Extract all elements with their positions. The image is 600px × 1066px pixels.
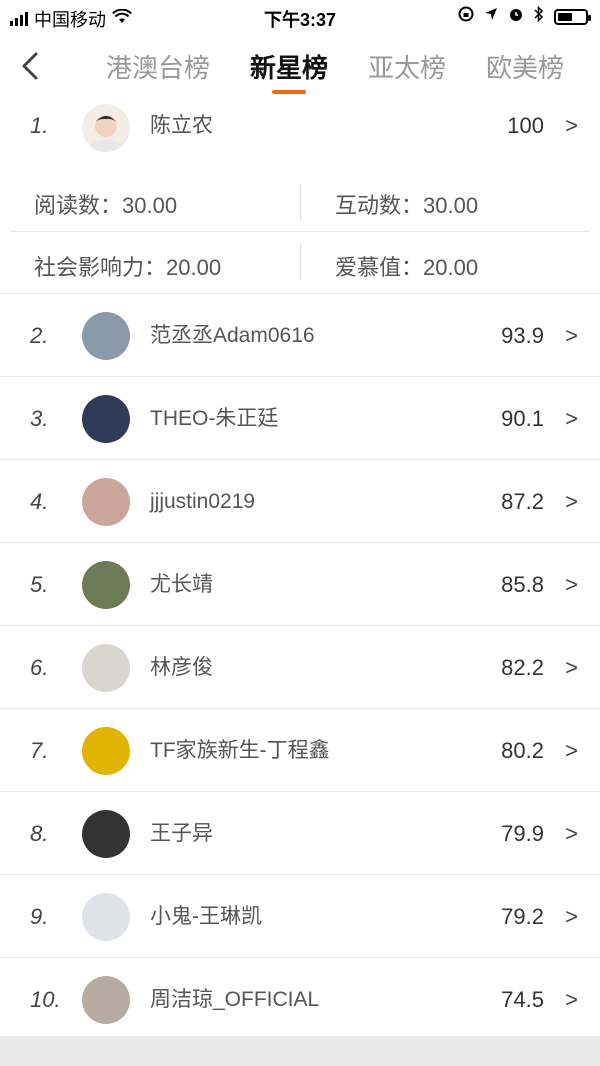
rank-number: 10.	[30, 987, 61, 1012]
chevron-right-icon: >	[565, 655, 578, 680]
score: 79.9	[501, 821, 544, 846]
ranking-row-top[interactable]: 1. 陈立农 100 >	[0, 102, 600, 170]
score: 80.2	[501, 738, 544, 763]
avatar	[82, 810, 130, 858]
bluetooth-icon	[534, 5, 544, 27]
rank-number: 8.	[30, 821, 49, 846]
score: 79.2	[501, 904, 544, 929]
artist-name: THEO-朱正廷	[150, 407, 279, 430]
artist-name: 林彦俊	[150, 656, 213, 679]
nav-bar: 港澳台榜 新星榜 亚太榜 欧美榜	[0, 34, 600, 102]
chevron-right-icon: >	[565, 323, 578, 348]
score: 87.2	[501, 489, 544, 514]
divider	[10, 231, 590, 232]
ranking-row[interactable]: 2. 范丞丞Adam0616 93.9 >	[0, 294, 600, 377]
divider	[300, 184, 301, 220]
artist-name: TF家族新生-丁程鑫	[150, 739, 330, 762]
footer-strip	[0, 1036, 600, 1066]
status-bar: 中国移动 下午3:37	[0, 0, 600, 34]
chevron-right-icon: >	[565, 489, 578, 514]
battery-icon	[554, 8, 591, 25]
chevron-right-icon: >	[565, 738, 578, 763]
ranking-row[interactable]: 8. 王子异 79.9 >	[0, 792, 600, 875]
avatar	[82, 561, 130, 609]
avatar	[82, 976, 130, 1024]
ranking-row[interactable]: 4. jjjustin0219 87.2 >	[0, 460, 600, 543]
chevron-right-icon: >	[565, 572, 578, 597]
interactions-stat: 互动数：30.00	[335, 193, 479, 218]
artist-name: 周洁琼_OFFICIAL	[150, 988, 320, 1011]
location-lock-icon	[458, 6, 474, 27]
divider	[300, 244, 301, 280]
rank-number: 4.	[30, 489, 49, 514]
chevron-right-icon: >	[565, 406, 578, 431]
chevron-right-icon: >	[565, 987, 578, 1012]
tab-rising-star[interactable]: 新星榜	[250, 34, 328, 102]
score: 85.8	[501, 572, 544, 597]
chevron-right-icon: >	[565, 821, 578, 846]
artist-name: 小鬼-王琳凯	[150, 905, 262, 928]
rank-number: 2.	[30, 323, 49, 348]
avatar	[82, 727, 130, 775]
tab-europe-america[interactable]: 欧美榜	[486, 34, 564, 102]
back-button[interactable]	[14, 48, 50, 84]
ranking-row[interactable]: 5. 尤长靖 85.8 >	[0, 543, 600, 626]
avatar	[82, 893, 130, 941]
artist-name: 尤长靖	[150, 573, 213, 596]
tab-bar: 港澳台榜 新星榜 亚太榜 欧美榜	[90, 34, 600, 102]
rank-number: 7.	[30, 738, 49, 763]
artist-name: 范丞丞Adam0616	[150, 324, 315, 347]
navigation-icon	[484, 7, 498, 26]
admiration-stat: 爱慕值：20.00	[335, 255, 479, 280]
score-breakdown: 阅读数：30.00 互动数：30.00 社会影响力：20.00 爱慕值：20.0…	[0, 170, 600, 294]
reads-stat: 阅读数：30.00	[34, 193, 178, 218]
rank-number: 6.	[30, 655, 49, 680]
rank-number: 9.	[30, 904, 49, 929]
ranking-row[interactable]: 6. 林彦俊 82.2 >	[0, 626, 600, 709]
avatar	[82, 395, 130, 443]
score: 90.1	[501, 406, 544, 431]
chevron-left-icon	[22, 52, 38, 80]
score: 100	[507, 113, 544, 138]
chevron-right-icon: >	[565, 904, 578, 929]
chevron-right-icon: >	[565, 113, 578, 138]
ranking-row[interactable]: 7. TF家族新生-丁程鑫 80.2 >	[0, 709, 600, 792]
tab-hk-macau-taiwan[interactable]: 港澳台榜	[106, 34, 210, 102]
avatar	[82, 644, 130, 692]
artist-name: 陈立农	[150, 114, 213, 137]
ranking-row[interactable]: 3. THEO-朱正廷 90.1 >	[0, 377, 600, 460]
rank-number: 1.	[30, 113, 49, 138]
tab-asia-pacific[interactable]: 亚太榜	[368, 34, 446, 102]
rank-number: 3.	[30, 406, 49, 431]
avatar	[82, 104, 130, 152]
rank-number: 5.	[30, 572, 49, 597]
alarm-icon	[508, 6, 524, 27]
ranking-row[interactable]: 9. 小鬼-王琳凯 79.2 >	[0, 875, 600, 958]
avatar	[82, 478, 130, 526]
score: 93.9	[501, 323, 544, 348]
status-right	[458, 5, 591, 27]
influence-stat: 社会影响力：20.00	[34, 255, 222, 280]
score: 82.2	[501, 655, 544, 680]
ranking-row[interactable]: 10. 周洁琼_OFFICIAL 74.5 >	[0, 958, 600, 1041]
score: 74.5	[501, 987, 544, 1012]
artist-name: 王子异	[150, 822, 213, 845]
artist-name: jjjustin0219	[150, 490, 256, 513]
ranking-list: 1. 陈立农 100 > 阅读数：30.00 互动数：30.00 社会影响力：2…	[0, 102, 600, 1041]
avatar	[82, 312, 130, 360]
